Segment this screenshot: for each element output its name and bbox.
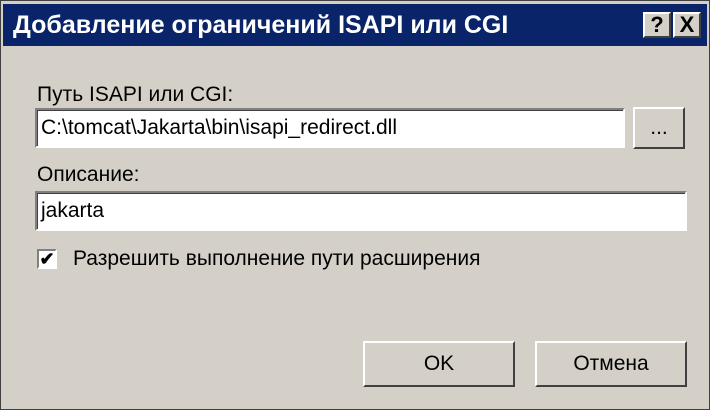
dialog-window: Добавление ограничений ISAPI или CGI ? X… bbox=[0, 0, 710, 410]
ok-button[interactable]: OK bbox=[363, 341, 515, 387]
description-input-value: jakarta bbox=[41, 199, 105, 222]
description-label: Описание: bbox=[37, 163, 140, 186]
path-input-value: C:\tomcat\Jakarta\bin\isapi_redirect.dll bbox=[41, 116, 397, 139]
close-icon: X bbox=[679, 12, 695, 37]
browse-button-label: ... bbox=[650, 116, 668, 139]
allow-execution-label[interactable]: Разрешить выполнение пути расширения bbox=[73, 247, 480, 271]
path-input[interactable]: C:\tomcat\Jakarta\bin\isapi_redirect.dll bbox=[35, 108, 625, 148]
ok-button-label: OK bbox=[423, 352, 455, 375]
help-button[interactable]: ? bbox=[643, 12, 671, 38]
cancel-button[interactable]: Отмена bbox=[535, 341, 687, 387]
help-icon: ? bbox=[650, 12, 664, 37]
browse-button[interactable]: ... bbox=[633, 107, 685, 149]
description-input[interactable]: jakarta bbox=[35, 191, 687, 231]
title-bar[interactable]: Добавление ограничений ISAPI или CGI ? X bbox=[3, 4, 707, 46]
cancel-button-label: Отмена bbox=[573, 352, 649, 375]
close-button[interactable]: X bbox=[673, 12, 701, 38]
path-label: Путь ISAPI или CGI: bbox=[37, 83, 234, 106]
checkmark-icon: ✔ bbox=[39, 249, 55, 269]
allow-execution-checkbox[interactable]: ✔ bbox=[37, 249, 57, 269]
window-title: Добавление ограничений ISAPI или CGI bbox=[13, 11, 509, 39]
